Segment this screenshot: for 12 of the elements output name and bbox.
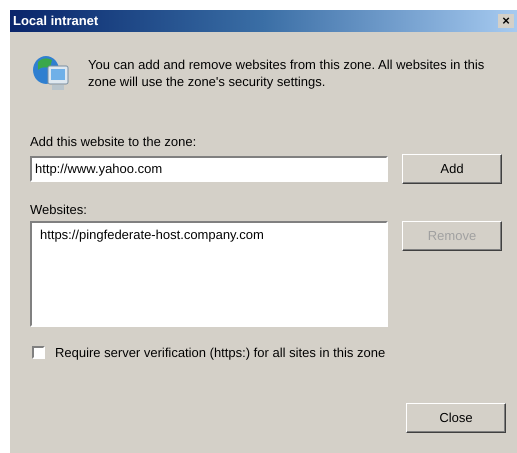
websites-label: Websites: [30, 200, 88, 218]
close-dialog-button[interactable]: Close [406, 402, 506, 432]
website-list-item[interactable]: https://pingfederate-host.company.com [34, 225, 384, 244]
website-input-field[interactable]: http://www.yahoo.com [30, 156, 388, 182]
add-button[interactable]: Add [402, 154, 502, 184]
description-text: You can add and remove websites from this zone. All websites in this zone will use the zone's security settings. [88, 56, 486, 90]
window-title: Local intranet [13, 12, 98, 30]
checkbox-label: Require server verification (https:) for all sites in this zone [55, 344, 386, 362]
checkbox[interactable] [32, 346, 45, 360]
add-field-label: Add this website to the zone: [30, 133, 198, 151]
websites-list[interactable]: https://pingfederate-host.company.com [30, 221, 388, 327]
close-button[interactable]: × [498, 14, 514, 28]
